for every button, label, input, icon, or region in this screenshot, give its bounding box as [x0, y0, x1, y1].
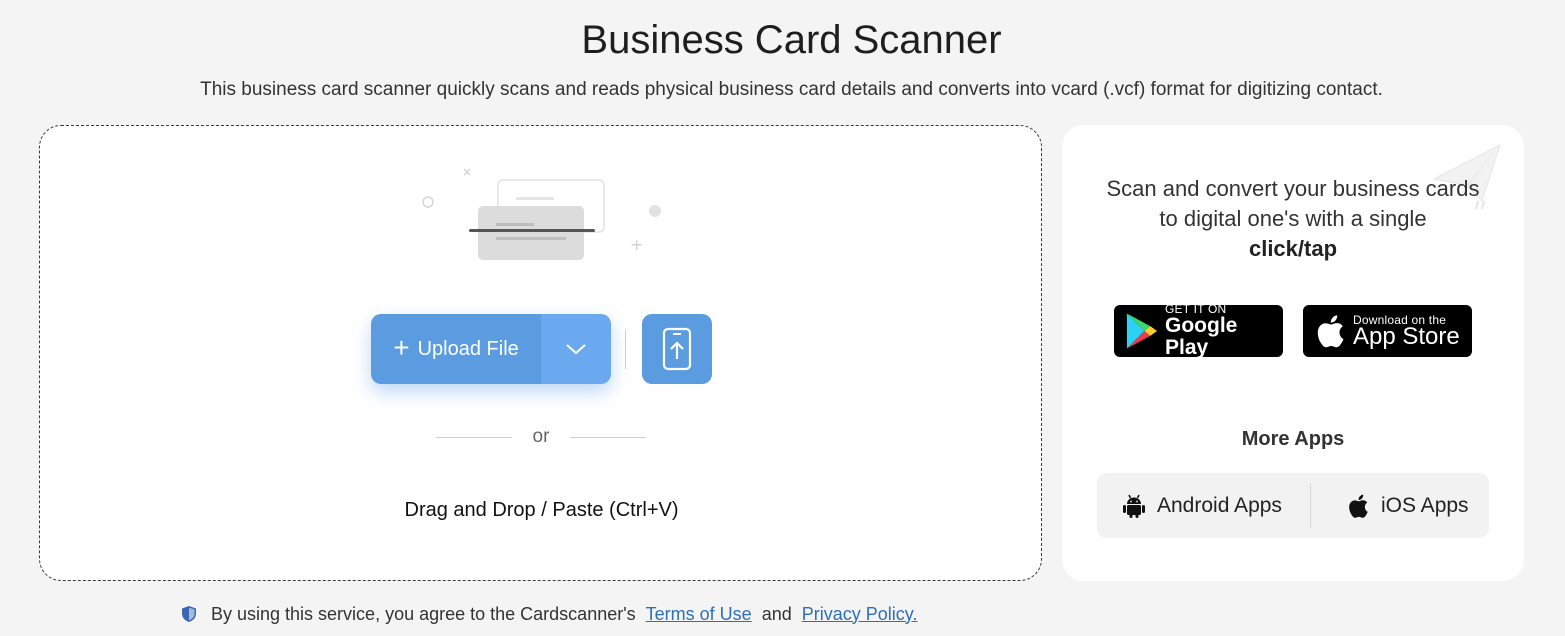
- or-line-right: [570, 437, 646, 438]
- google-play-badge[interactable]: GET IT ON Google Play: [1114, 303, 1283, 359]
- upload-button-group: + Upload File: [371, 314, 611, 384]
- footer-and: and: [761, 603, 792, 624]
- mobile-upload-icon: [662, 327, 692, 371]
- google-play-icon: [1126, 313, 1158, 349]
- android-icon: [1123, 494, 1145, 518]
- page-subtitle: This business card scanner quickly scans…: [200, 79, 1383, 100]
- ios-apps-link[interactable]: iOS Apps: [1347, 473, 1469, 538]
- svg-text:×: ×: [462, 165, 472, 179]
- upload-file-button[interactable]: + Upload File: [371, 314, 541, 384]
- apple-icon: [1349, 494, 1368, 518]
- footer-text: By using this service, you agree to the …: [211, 603, 636, 624]
- mobile-upload-button[interactable]: [642, 314, 712, 384]
- android-apps-link[interactable]: Android Apps: [1123, 473, 1282, 538]
- promo-text: Scan and convert your business cards to …: [1102, 174, 1484, 264]
- app-promo-panel: Scan and convert your business cards to …: [1062, 125, 1524, 581]
- plus-icon: +: [393, 331, 410, 363]
- more-apps-divider: [1310, 483, 1311, 528]
- more-apps-bar: Android Apps iOS Apps: [1097, 473, 1489, 538]
- google-play-big: Google Play: [1165, 314, 1238, 359]
- card-scan-illustration: × +: [422, 165, 661, 260]
- promo-text-main: Scan and convert your business cards to …: [1106, 176, 1480, 231]
- drop-zone[interactable]: × + + Upload File or Drag and Drop / Pas…: [39, 125, 1042, 581]
- terms-of-use-link[interactable]: Terms of Use: [646, 604, 752, 625]
- drag-drop-hint: Drag and Drop / Paste (Ctrl+V): [404, 499, 679, 521]
- more-apps-title: More Apps: [1241, 428, 1345, 450]
- android-apps-label: Android Apps: [1157, 493, 1282, 517]
- page-title: Business Card Scanner: [581, 18, 1002, 62]
- app-store-badge[interactable]: Download on the App Store: [1303, 305, 1472, 357]
- upload-options-dropdown[interactable]: [541, 314, 611, 384]
- terms-footer: By using this service, you agree to the …: [181, 603, 917, 625]
- privacy-policy-link[interactable]: Privacy Policy.: [802, 604, 918, 625]
- or-separator: or: [436, 426, 646, 448]
- chevron-down-icon: [566, 344, 586, 355]
- button-divider: [625, 329, 626, 369]
- ios-apps-label: iOS Apps: [1381, 493, 1469, 517]
- upload-file-label: Upload File: [417, 337, 519, 360]
- svg-text:+: +: [630, 235, 643, 254]
- shield-icon: [182, 606, 196, 622]
- apple-icon: [1317, 315, 1344, 348]
- app-store-big: App Store: [1353, 323, 1460, 350]
- promo-text-bold: click/tap: [1248, 236, 1338, 261]
